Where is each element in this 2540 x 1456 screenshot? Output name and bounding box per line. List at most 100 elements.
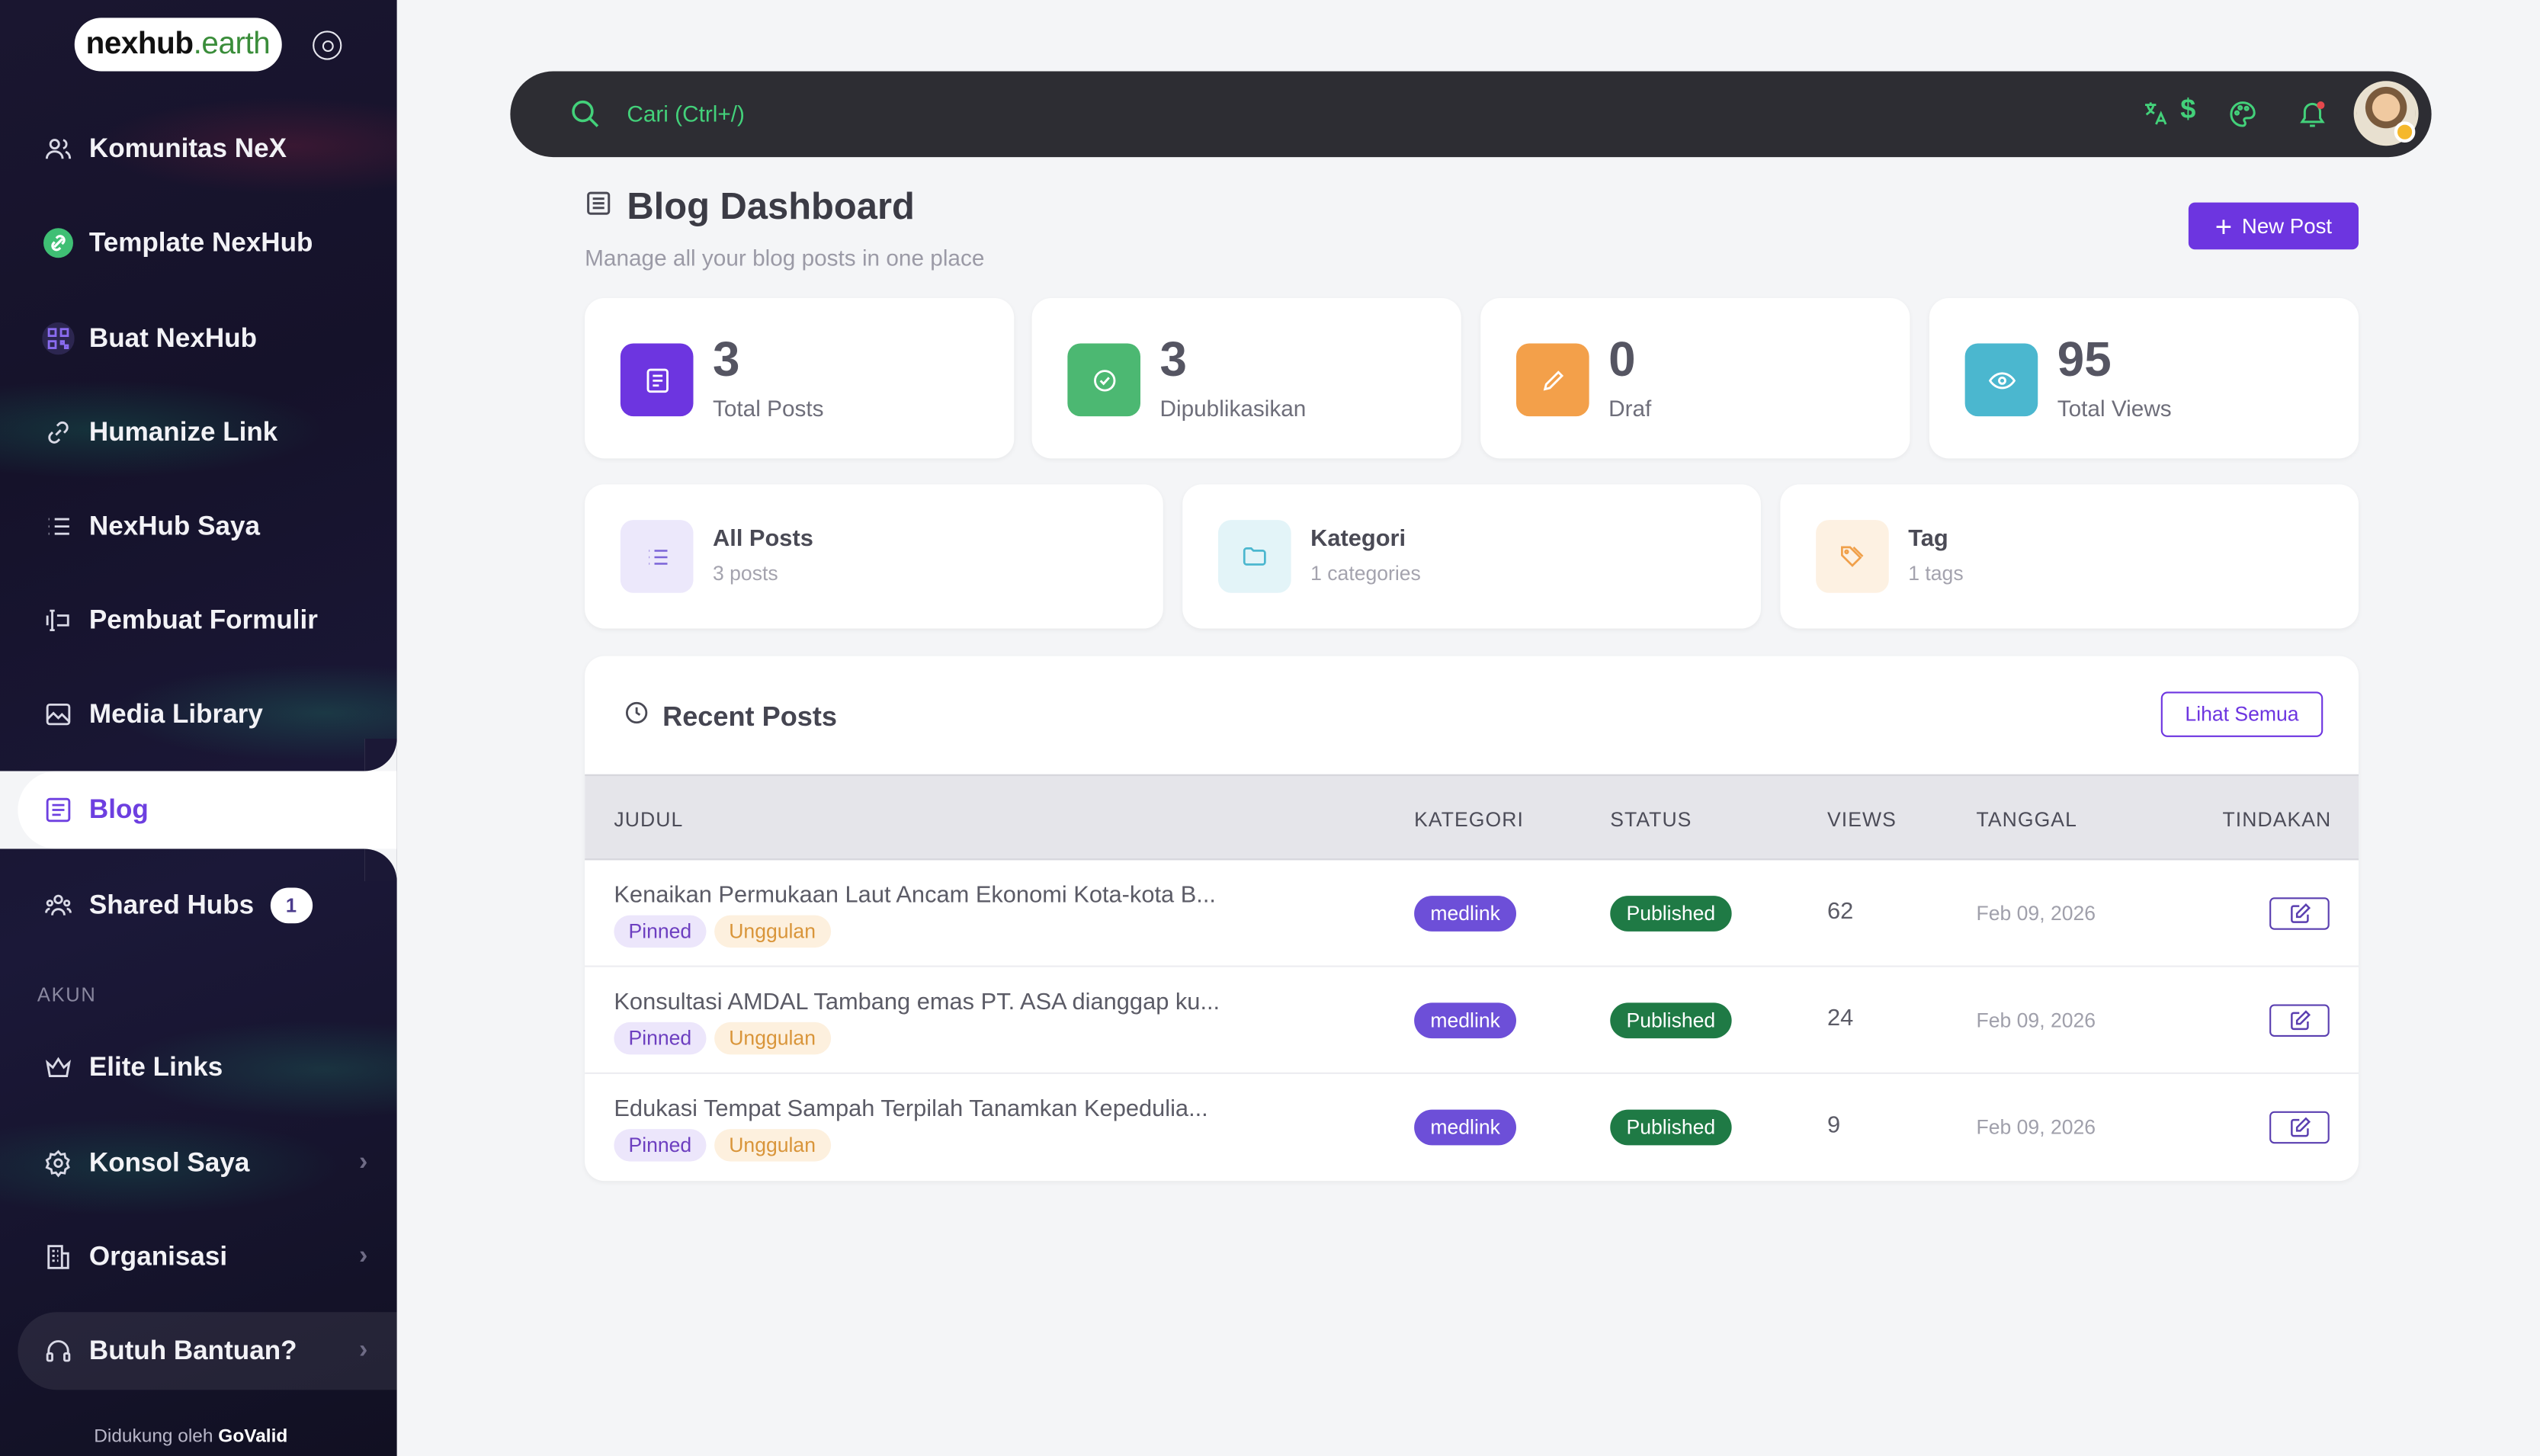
edit-icon [2290, 1010, 2310, 1031]
sidebar-item-label: Komunitas NeX [88, 133, 287, 163]
translate-icon[interactable] [2141, 99, 2170, 136]
chevron-right-icon: › [359, 1336, 368, 1365]
new-post-button[interactable]: + New Post [2188, 202, 2359, 250]
stat-label: Draf [1608, 395, 1652, 422]
sidebar-item-konsol[interactable]: Konsol Saya › [0, 1127, 397, 1199]
sidebar-item-humanize[interactable]: Humanize Link [0, 397, 397, 469]
featured-badge: Unggulan [714, 1021, 831, 1055]
pinned-badge: Pinned [614, 915, 707, 948]
column-header: TINDAKAN [2222, 808, 2332, 832]
sidebar-item-buat[interactable]: Buat NexHub [0, 303, 397, 374]
sidebar-item-template[interactable]: Template NexHub [0, 207, 397, 279]
table-row[interactable]: Konsultasi AMDAL Tambang emas PT. ASA di… [585, 967, 2359, 1074]
stat-label: Total Posts [713, 395, 824, 422]
pinned-badge: Pinned [614, 1129, 707, 1162]
search-icon[interactable] [569, 98, 601, 138]
link-card-tag[interactable]: Tag 1 tags [1780, 484, 2359, 629]
sidebar-collapse-icon[interactable] [313, 30, 342, 60]
search-input[interactable]: Cari (Ctrl+/) [627, 101, 745, 127]
table-row[interactable]: Edukasi Tempat Sampah Terpilah Tanamkan … [585, 1074, 2359, 1181]
blog-icon [585, 189, 612, 225]
post-title-link[interactable]: Edukasi Tempat Sampah Terpilah Tanamkan … [614, 1097, 1207, 1123]
gear-icon [42, 1147, 75, 1180]
post-date: Feb 09, 2026 [1976, 1116, 2096, 1139]
sidebar-item-label: Humanize Link [88, 417, 278, 447]
qr-code-icon [42, 322, 75, 355]
folder-icon [1218, 520, 1291, 593]
edit-icon [2290, 903, 2310, 923]
palette-icon[interactable] [2227, 99, 2258, 138]
chevron-right-icon: › [359, 1148, 368, 1176]
chain-link-icon [42, 416, 75, 449]
link-card-title: All Posts [713, 526, 813, 553]
post-date: Feb 09, 2026 [1976, 902, 2096, 925]
powered-by-note: Didukung oleh GoValid [94, 1427, 288, 1447]
edit-icon [2290, 1117, 2310, 1137]
sidebar-item-label: Buat NexHub [88, 322, 258, 353]
stat-label: Total Views [2057, 395, 2172, 422]
recent-posts-title: Recent Posts [662, 701, 837, 732]
sidebar-item-label: Organisasi [88, 1241, 228, 1272]
sidebar-item-formulir[interactable]: Pembuat Formulir [0, 585, 397, 656]
plus-icon: + [2214, 210, 2233, 242]
see-all-button[interactable]: Lihat Semua [2160, 691, 2324, 737]
edit-post-button[interactable] [2269, 897, 2330, 930]
sidebar-item-media[interactable]: Media Library [0, 678, 397, 750]
sidebar-item-label: NexHub Saya [88, 511, 260, 540]
stat-card-published: 3 Dipublikasikan [1031, 298, 1461, 459]
sidebar-item-elite-links[interactable]: Elite Links [0, 1032, 397, 1104]
stat-card-total-posts: 3 Total Posts [585, 298, 1015, 459]
stat-value: 0 [1608, 333, 1636, 387]
powered-by-brand[interactable]: GoValid [218, 1427, 287, 1447]
check-circle-icon [1067, 343, 1140, 417]
stat-label: Dipublikasikan [1159, 395, 1307, 422]
post-title-link[interactable]: Kenaikan Permukaan Laut Ancam Ekonomi Ko… [614, 883, 1216, 909]
edit-post-button[interactable] [2269, 1111, 2330, 1144]
crown-icon [42, 1051, 75, 1084]
sidebar-item-blog[interactable]: Blog [18, 771, 397, 849]
clock-icon [624, 700, 649, 734]
top-search-bar: Cari (Ctrl+/) $ [510, 71, 2432, 158]
link-card-title: Tag [1908, 526, 1948, 553]
column-header[interactable]: STATUS [1610, 808, 1692, 831]
link-card-all-posts[interactable]: All Posts 3 posts [585, 484, 1163, 629]
sidebar-item-nexhub-saya[interactable]: NexHub Saya [0, 491, 397, 563]
edit-post-button[interactable] [2269, 1004, 2330, 1037]
users-icon [42, 133, 75, 165]
status-badge: Published [1610, 1002, 1732, 1039]
stat-card-draft: 0 Draf [1480, 298, 1910, 459]
brand-logo[interactable]: nexhub.earth [74, 18, 282, 72]
views-count: 62 [1827, 899, 1854, 925]
link-card-subtitle: 1 categories [1310, 562, 1421, 585]
sidebar-item-label: Elite Links [88, 1052, 223, 1082]
sidebar-item-shared-hubs[interactable]: Shared Hubs 1 [0, 870, 397, 941]
stat-value: 3 [713, 333, 740, 387]
currency-icon[interactable]: $ [2180, 94, 2195, 127]
list-icon [42, 510, 75, 543]
pinned-badge: Pinned [614, 1021, 707, 1055]
recent-posts-header: Recent Posts [624, 700, 837, 734]
sidebar-item-label: Pembuat Formulir [88, 605, 318, 634]
status-badge: Published [1610, 896, 1732, 932]
section-label-akun: AKUN [37, 983, 97, 1006]
table-header: JUDUL KATEGORI STATUS VIEWS TANGGAL TIND… [585, 774, 2359, 861]
sidebar-item-label: Template NexHub [88, 227, 313, 257]
page-title: Blog Dashboard [627, 184, 915, 227]
table-row[interactable]: Kenaikan Permukaan Laut Ancam Ekonomi Ko… [585, 860, 2359, 967]
column-header[interactable]: JUDUL [614, 808, 683, 831]
sidebar-item-komunitas[interactable]: Komunitas NeX [0, 114, 397, 185]
notification-bell-icon[interactable] [2297, 99, 2327, 138]
link-card-kategori[interactable]: Kategori 1 categories [1182, 484, 1761, 629]
column-header[interactable]: KATEGORI [1414, 808, 1524, 831]
column-header[interactable]: VIEWS [1827, 808, 1897, 831]
building-icon [42, 1241, 75, 1274]
stat-card-total-views: 95 Total Views [1929, 298, 2359, 459]
category-badge: medlink [1414, 896, 1517, 932]
post-title-link[interactable]: Konsultasi AMDAL Tambang emas PT. ASA di… [614, 989, 1220, 1015]
sidebar-item-organisasi[interactable]: Organisasi › [0, 1221, 397, 1293]
stat-value: 3 [1159, 333, 1187, 387]
link-card-subtitle: 3 posts [713, 562, 778, 585]
sidebar-item-help[interactable]: Butuh Bantuan? › [18, 1312, 397, 1390]
views-count: 24 [1827, 1005, 1854, 1032]
column-header[interactable]: TANGGAL [1977, 808, 2077, 831]
